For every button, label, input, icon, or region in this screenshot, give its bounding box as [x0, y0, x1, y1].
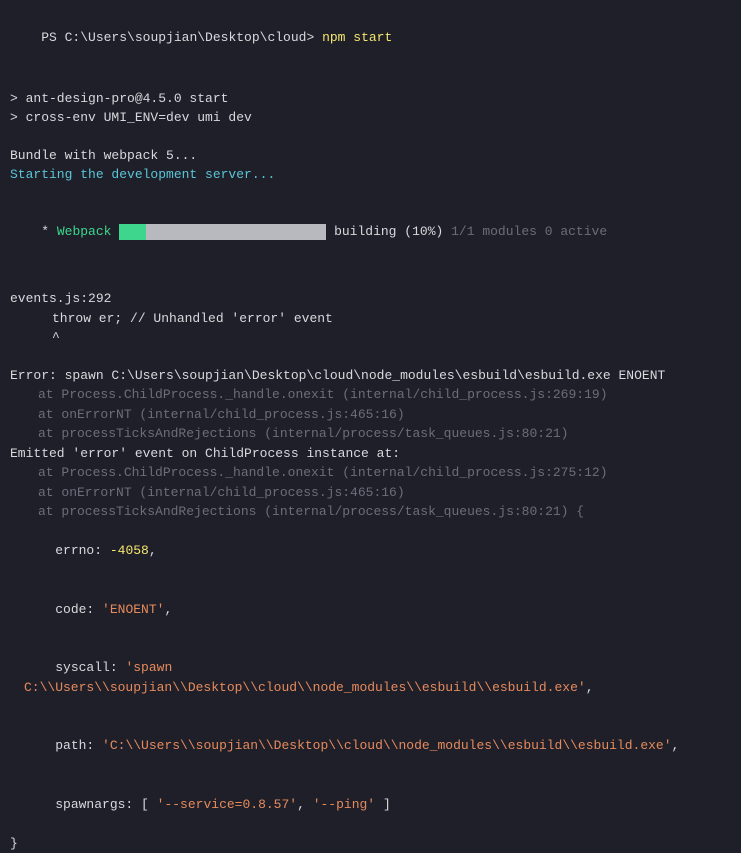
code-comma: , — [164, 602, 172, 617]
errno-line: errno: -4058, — [10, 522, 731, 581]
errno-comma: , — [149, 543, 157, 558]
path-comma: , — [672, 738, 680, 753]
code-line: code: 'ENOENT', — [10, 580, 731, 639]
spawnargs-close: ] — [383, 797, 391, 812]
code-value: 'ENOENT' — [102, 602, 164, 617]
code-label: code: — [55, 602, 94, 617]
webpack-star: * — [41, 224, 49, 239]
errno-label: errno: — [55, 543, 102, 558]
throw-line: throw er; // Unhandled 'error' event — [10, 309, 731, 329]
spawnarg-2: '--ping' — [313, 797, 375, 812]
progress-bar — [119, 222, 326, 242]
stack-line-2: at onErrorNT (internal/child_process.js:… — [10, 405, 731, 425]
webpack-label: Webpack — [57, 224, 112, 239]
error-header: Error: spawn C:\Users\soupjian\Desktop\c… — [10, 366, 731, 386]
syscall-label: syscall: — [55, 660, 117, 675]
command-text: npm start — [322, 30, 392, 45]
syscall-line: syscall: 'spawn C:\\Users\\soupjian\\Des… — [10, 639, 731, 717]
spawnargs-label: spawnargs: [ — [55, 797, 149, 812]
webpack-progress-line: * Webpack building (10%) 1/1 modules 0 a… — [10, 203, 731, 262]
script-line-2: > cross-env UMI_ENV=dev umi dev — [10, 108, 731, 128]
bundle-line-2: Starting the development server... — [10, 165, 731, 185]
stack-line-1: at Process.ChildProcess._handle.onexit (… — [10, 385, 731, 405]
prompt-path: C:\Users\soupjian\Desktop\cloud> — [65, 30, 315, 45]
stack-line-3: at processTicksAndRejections (internal/p… — [10, 424, 731, 444]
close-brace: } — [10, 834, 731, 853]
path-line: path: 'C:\\Users\\soupjian\\Desktop\\clo… — [10, 717, 731, 776]
spawnarg-sep: , — [297, 797, 313, 812]
syscall-comma: , — [586, 680, 594, 695]
stack-line-5: at onErrorNT (internal/child_process.js:… — [10, 483, 731, 503]
modules-text: 1/1 modules 0 active — [451, 224, 607, 239]
bundle-line-1: Bundle with webpack 5... — [10, 146, 731, 166]
spawnarg-1: '--service=0.8.57' — [157, 797, 297, 812]
path-label: path: — [55, 738, 94, 753]
prompt-line: PS C:\Users\soupjian\Desktop\cloud> npm … — [10, 8, 731, 67]
spawnargs-line: spawnargs: [ '--service=0.8.57', '--ping… — [10, 775, 731, 834]
caret-line: ^ — [10, 328, 731, 348]
emitted-line: Emitted 'error' event on ChildProcess in… — [10, 444, 731, 464]
errno-value: -4058 — [110, 543, 149, 558]
stack-line-4: at Process.ChildProcess._handle.onexit (… — [10, 463, 731, 483]
prompt-prefix: PS — [41, 30, 64, 45]
script-line-1: > ant-design-pro@4.5.0 start — [10, 89, 731, 109]
building-text: building (10%) — [334, 224, 443, 239]
terminal-output[interactable]: PS C:\Users\soupjian\Desktop\cloud> npm … — [10, 8, 731, 853]
events-file: events.js:292 — [10, 289, 731, 309]
stack-line-6: at processTicksAndRejections (internal/p… — [10, 502, 731, 522]
path-value: 'C:\\Users\\soupjian\\Desktop\\cloud\\no… — [102, 738, 672, 753]
